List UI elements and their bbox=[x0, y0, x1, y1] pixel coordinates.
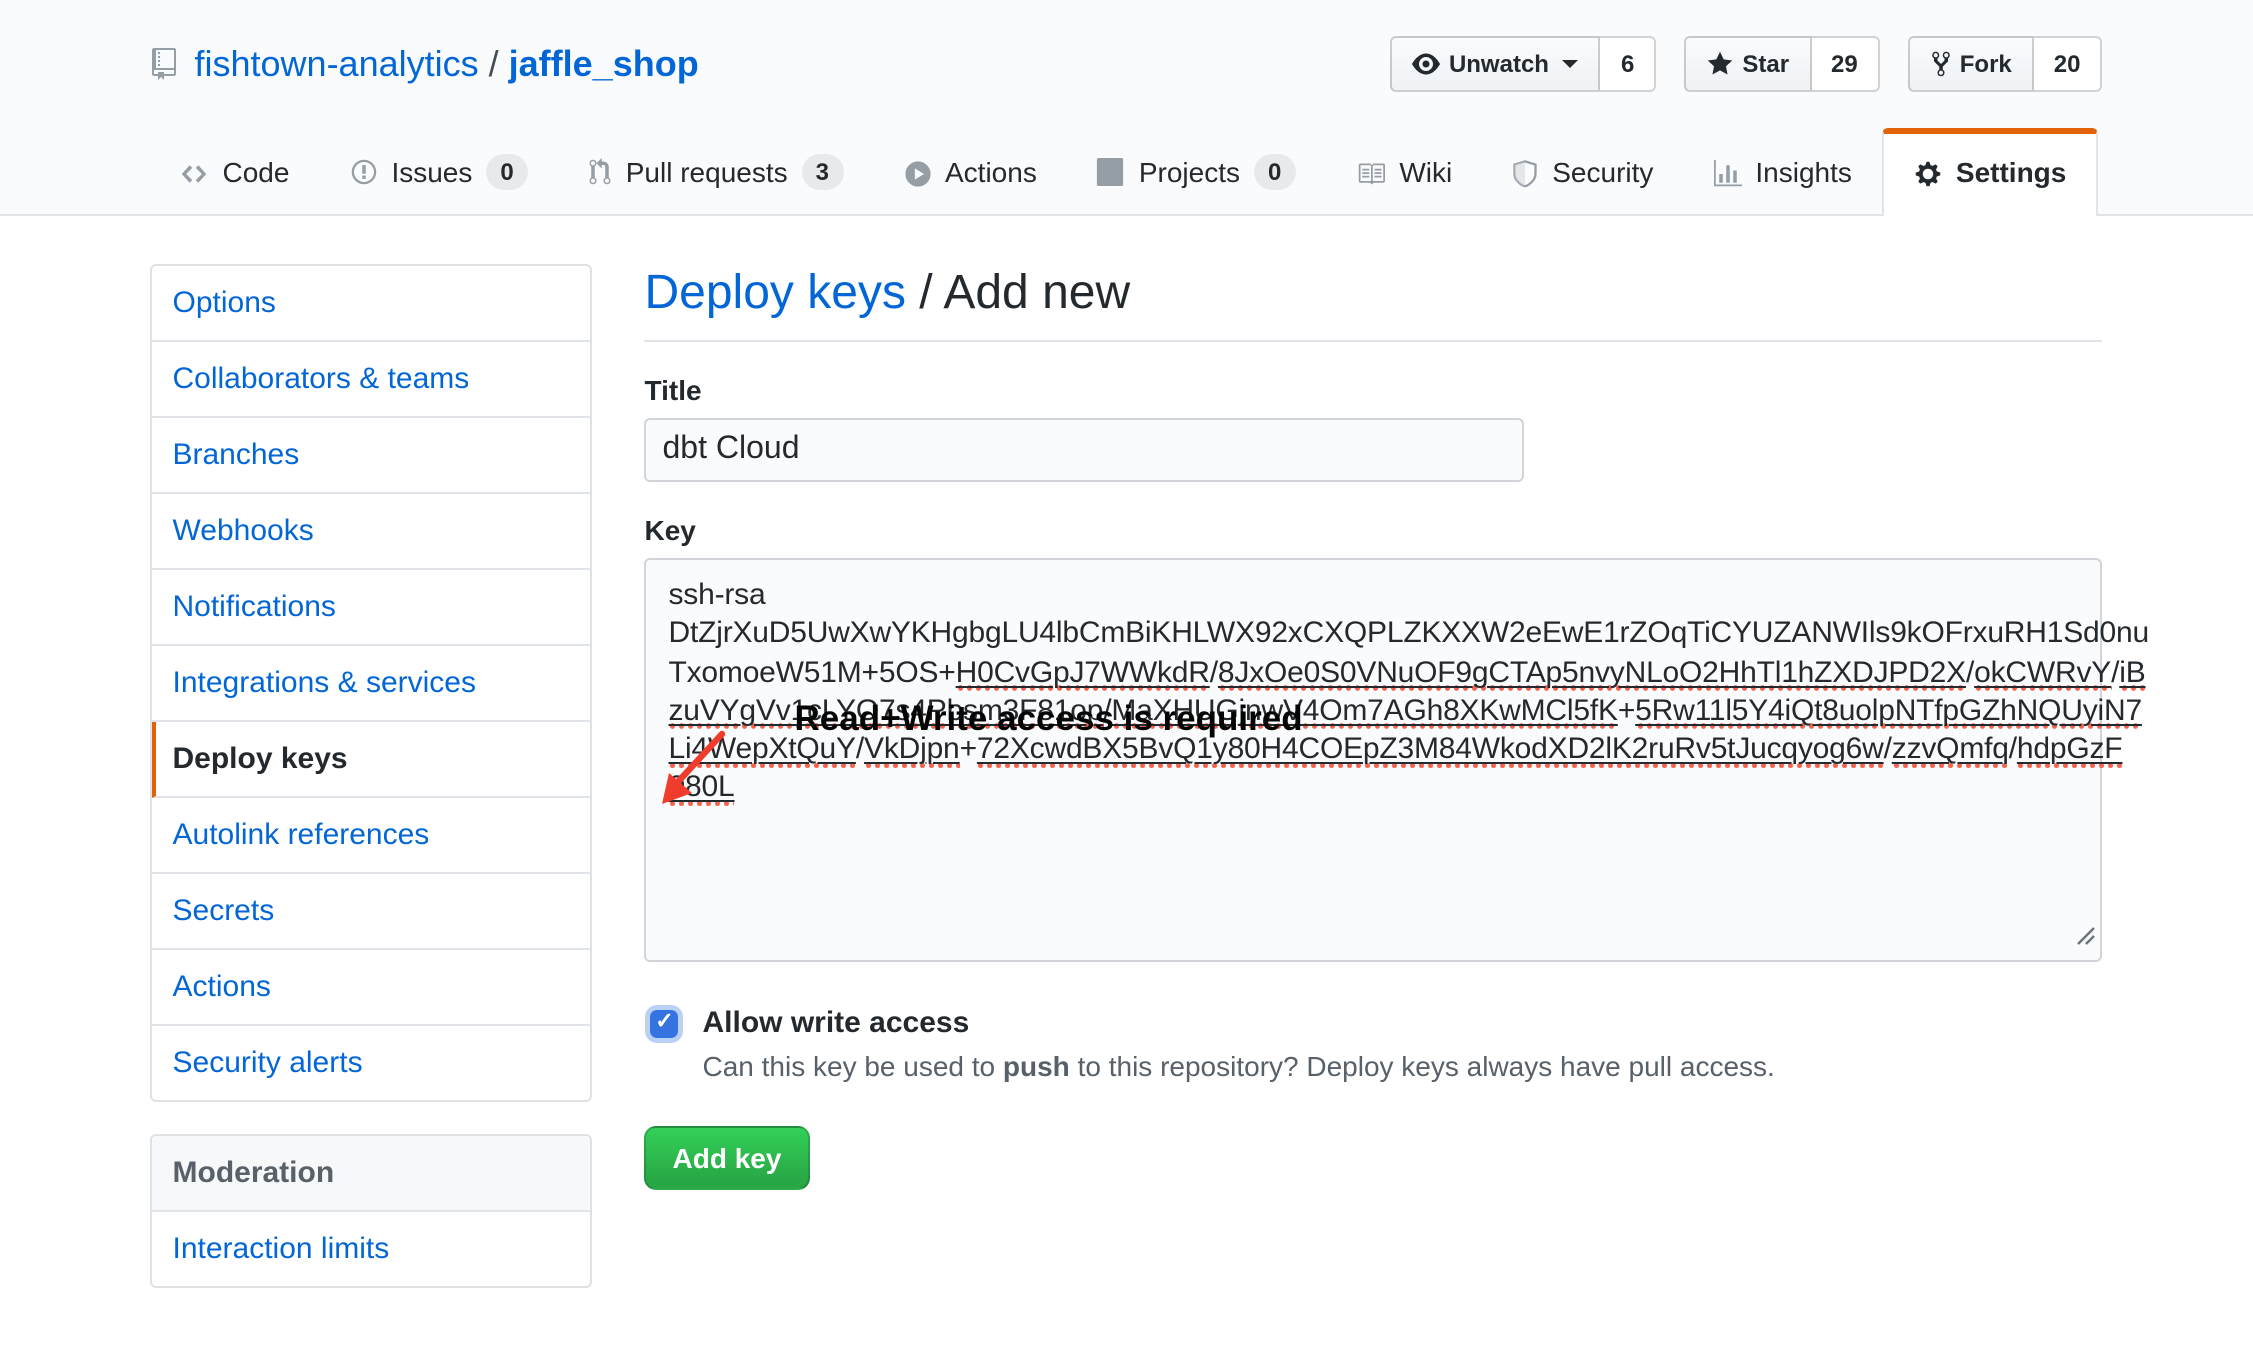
book-icon bbox=[1355, 159, 1385, 187]
sidebar-item-webhooks[interactable]: Webhooks bbox=[153, 494, 591, 570]
stargazers-count[interactable]: 29 bbox=[1811, 36, 1880, 92]
sidebar-item-branches[interactable]: Branches bbox=[153, 418, 591, 494]
gear-icon bbox=[1914, 159, 1942, 187]
tab-issues[interactable]: Issues 0 bbox=[319, 124, 557, 214]
sidebar-item-collaborators-teams[interactable]: Collaborators & teams bbox=[153, 342, 591, 418]
sidebar-item-integrations-services[interactable]: Integrations & services bbox=[153, 646, 591, 722]
moderation-menu-header: Moderation bbox=[153, 1136, 591, 1212]
project-icon bbox=[1097, 158, 1125, 186]
tab-code[interactable]: Code bbox=[151, 126, 320, 214]
pull-requests-counter: 3 bbox=[802, 154, 843, 190]
breadcrumb-separator: / bbox=[489, 43, 499, 85]
issue-icon bbox=[349, 158, 377, 186]
sidebar-item-autolink-references[interactable]: Autolink references bbox=[153, 798, 591, 874]
key-text-line: DtZjrXuD5UwXwYKHgbgLU4lbCmBiKHLWX92xCXQP… bbox=[669, 615, 2079, 654]
page-title-current: / Add new bbox=[906, 266, 1130, 320]
key-textarea[interactable]: ssh-rsa DtZjrXuD5UwXwYKHgbgLU4lbCmBiKHLW… bbox=[645, 558, 2103, 962]
moderation-menu: Moderation Interaction limits bbox=[151, 1134, 593, 1288]
sidebar-item-interaction-limits[interactable]: Interaction limits bbox=[153, 1212, 591, 1286]
title-field-label: Title bbox=[645, 374, 2103, 406]
eye-icon bbox=[1413, 50, 1441, 78]
sidebar-item-options[interactable]: Options bbox=[153, 266, 591, 342]
pull-request-icon bbox=[588, 158, 612, 186]
fork-button[interactable]: Fork bbox=[1908, 36, 2034, 92]
watch-button-group: Unwatch 6 bbox=[1391, 36, 1656, 92]
textarea-resize-handle[interactable] bbox=[2073, 917, 2097, 956]
key-field-label: Key bbox=[645, 514, 2103, 546]
allow-write-access-label[interactable]: Allow write access bbox=[703, 1006, 970, 1040]
settings-menu: Options Collaborators & teams Branches W… bbox=[151, 264, 593, 1102]
repo-owner-link[interactable]: fishtown-analytics bbox=[195, 43, 479, 85]
tab-insights[interactable]: Insights bbox=[1683, 126, 1882, 214]
sidebar-item-secrets[interactable]: Secrets bbox=[153, 874, 591, 950]
graph-icon bbox=[1713, 159, 1741, 187]
repo-name-link[interactable]: jaffle_shop bbox=[509, 43, 699, 85]
repo-breadcrumb: fishtown-analytics / jaffle_shop bbox=[151, 43, 699, 85]
unwatch-button[interactable]: Unwatch bbox=[1391, 36, 1601, 92]
star-icon bbox=[1706, 50, 1734, 78]
star-button-group: Star 29 bbox=[1684, 36, 1879, 92]
key-text-line: TxomoeW51M+5OS+H0CvGpJ7WWkdR/8JxOe0S0VNu… bbox=[669, 653, 2079, 692]
play-circle-icon bbox=[903, 159, 931, 187]
tab-security[interactable]: Security bbox=[1482, 126, 1683, 214]
fork-icon bbox=[1930, 50, 1952, 78]
add-key-button[interactable]: Add key bbox=[645, 1126, 810, 1190]
settings-sidebar: Options Collaborators & teams Branches W… bbox=[151, 264, 593, 1320]
deploy-key-form-panel: Deploy keys / Add new Title Key ssh-rsa … bbox=[645, 264, 2103, 1320]
repo-tab-bar: Code Issues 0 Pull requests 3 Actions bbox=[151, 124, 2103, 214]
sidebar-item-notifications[interactable]: Notifications bbox=[153, 570, 591, 646]
tab-projects[interactable]: Projects 0 bbox=[1067, 124, 1326, 214]
issues-counter: 0 bbox=[486, 154, 527, 190]
sidebar-item-actions[interactable]: Actions bbox=[153, 950, 591, 1026]
fork-button-group: Fork 20 bbox=[1908, 36, 2103, 92]
deploy-keys-breadcrumb-link[interactable]: Deploy keys bbox=[645, 266, 906, 320]
tab-wiki[interactable]: Wiki bbox=[1325, 126, 1482, 214]
tab-pull-requests[interactable]: Pull requests 3 bbox=[558, 124, 873, 214]
check-icon: ✓ bbox=[655, 1012, 673, 1034]
code-icon bbox=[181, 159, 209, 187]
github-settings-page: fishtown-analytics / jaffle_shop Unwatch bbox=[0, 0, 2253, 1364]
page-title: Deploy keys / Add new bbox=[645, 264, 2103, 342]
tab-settings[interactable]: Settings bbox=[1882, 128, 2098, 216]
repo-icon bbox=[151, 48, 179, 80]
sidebar-item-deploy-keys[interactable]: Deploy keys bbox=[153, 722, 591, 798]
read-write-annotation: Read+Write access is required bbox=[795, 698, 1303, 740]
projects-counter: 0 bbox=[1254, 154, 1295, 190]
page-header: fishtown-analytics / jaffle_shop Unwatch bbox=[0, 0, 2253, 216]
key-text-line: 080L bbox=[669, 769, 2079, 808]
allow-write-access-checkbox[interactable]: ✓ bbox=[651, 1009, 679, 1037]
watchers-count[interactable]: 6 bbox=[1601, 36, 1656, 92]
allow-write-access-help: Can this key be used to push to this rep… bbox=[703, 1050, 2103, 1082]
red-arrow-annotation-icon bbox=[645, 714, 805, 834]
tab-actions[interactable]: Actions bbox=[873, 126, 1067, 214]
forks-count[interactable]: 20 bbox=[2034, 36, 2103, 92]
title-input[interactable] bbox=[645, 418, 1525, 482]
star-button[interactable]: Star bbox=[1684, 36, 1811, 92]
sidebar-item-security-alerts[interactable]: Security alerts bbox=[153, 1026, 591, 1100]
chevron-down-icon bbox=[1563, 60, 1579, 68]
shield-icon bbox=[1512, 159, 1538, 187]
key-text-line: ssh-rsa bbox=[669, 576, 2079, 615]
